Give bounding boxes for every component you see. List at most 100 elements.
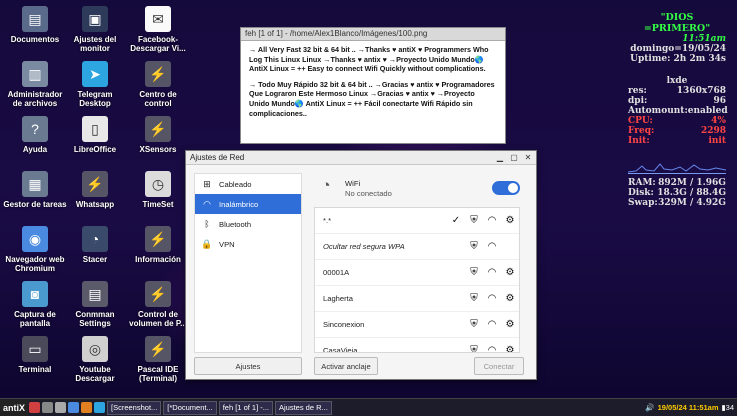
start-menu-button[interactable]: antiX (0, 399, 28, 416)
firefox-icon[interactable] (81, 402, 92, 413)
desktop-icon[interactable]: ▣ Ajustes del monitor (63, 6, 127, 53)
information-icon: ⚡ (145, 226, 171, 252)
window-title: Ajustes de Red (190, 153, 245, 162)
network-list-item[interactable]: 00001A ⛨ ◠ ⚙ (315, 260, 519, 286)
desktop-icon-label: Facebook-Descargar Vi... (130, 35, 186, 53)
network-list: *.* ✓ ⛨ ◠ ⚙ Ocultar red segura WPA ⛨ ◠ 00001A ⛨ ◠ ⚙… (314, 207, 520, 353)
conky-mem-row: Disk: 18.3G / 88.4G (628, 188, 726, 198)
gear-icon[interactable]: ⚙ (501, 215, 519, 226)
tether-button[interactable]: Activar anclaje (314, 357, 378, 375)
desktop-icon[interactable]: ▤ Conmman Settings (63, 281, 127, 328)
image-viewer-window[interactable]: feh [1 of 1] - /home/Alex1Blanco/Imágene… (240, 27, 506, 144)
control-center-icon: ⚡ (145, 61, 171, 87)
quicklaunch-icon[interactable] (42, 402, 53, 413)
desktop-icon[interactable]: ▯ LibreOffice (63, 116, 127, 154)
network-list-item[interactable]: CasaVieja ⛨ ◠ ⚙ (315, 338, 519, 352)
conky-key: dpi: (628, 96, 648, 106)
taskbar-task[interactable]: [Screenshot... (107, 400, 162, 415)
desktop-icon[interactable]: ⚡ Pascal IDE (Terminal) (126, 336, 190, 383)
taskbar-task[interactable]: [*Document... (163, 400, 217, 415)
wifi-signal-icon: ◠ (487, 267, 497, 278)
taskbar-task[interactable]: feh [1 of 1] -... (218, 400, 273, 415)
desktop-icon[interactable]: ◎ Youtube Descargar (63, 336, 127, 383)
sidebar-item-label: Cableado (219, 179, 252, 189)
network-window-titlebar[interactable]: Ajustes de Red ▁ ▢ ✕ (186, 151, 536, 165)
conky-value: 2298 (700, 126, 726, 136)
desktop-icon[interactable]: ⚡ Centro de control (126, 61, 190, 108)
quicklaunch-icon[interactable] (94, 402, 105, 413)
desktop-icon[interactable]: ⚡ Control de volumen de P... (126, 281, 190, 328)
clock-icon: ◷ (145, 171, 171, 197)
desktop-icon[interactable]: ▦ Gestor de tareas (3, 171, 67, 209)
quicklaunch-icon[interactable] (29, 402, 40, 413)
desktop-icon[interactable]: ▥ Administrador de archivos (3, 61, 67, 108)
checkmark-icon: ✓ (451, 215, 461, 226)
conky-mem-row: RAM: 892M / 1.96G (628, 178, 726, 188)
conky-key: Automount: (628, 106, 688, 116)
conky-value: 4% (711, 116, 726, 126)
network-name: 00001A (323, 268, 350, 277)
wifi-header: ◔ WiFi No conectado (310, 173, 524, 203)
conky-value: enabled (687, 106, 728, 116)
desktop-icon[interactable]: ⚡ XSensors (126, 116, 190, 154)
conky-key: RAM: (628, 178, 656, 188)
conky-wm: lxde (666, 76, 688, 86)
desktop-icon[interactable]: ◷ TimeSet (126, 171, 190, 209)
desktop-icon[interactable]: ⚡ Whatsapp (63, 171, 127, 209)
conky-row: Freq: 2298 (628, 126, 726, 136)
desktop-icon-label: TimeSet (142, 200, 174, 209)
desktop-icon[interactable]: ✉ Facebook-Descargar Vi... (126, 6, 190, 53)
settings-button[interactable]: Ajustes (194, 357, 302, 375)
libreoffice-icon: ▯ (82, 116, 108, 142)
desktop-icon-label: XSensors (139, 145, 177, 154)
security-shield-icon: ⛨ (470, 215, 478, 226)
wifi-toggle[interactable] (492, 181, 520, 195)
desktop-icon[interactable]: ◙ Captura de pantalla (3, 281, 67, 328)
close-icon[interactable]: ✕ (522, 152, 534, 163)
desktop-icon-label: Whatsapp (75, 200, 115, 209)
sidebar-item-cableado[interactable]: ⊞ Cableado (195, 174, 301, 194)
desktop-icon[interactable]: ? Ayuda (3, 116, 67, 154)
desktop-icon-label: Ajustes del monitor (73, 35, 117, 53)
sidebar-item-bluetooth[interactable]: ᛒ Bluetooth (195, 214, 301, 234)
wifi-panel: ◔ WiFi No conectado *.* ✓ ⛨ ◠ ⚙ Ocultar red s… (310, 173, 524, 353)
conky-key: Swap: (628, 198, 658, 208)
gear-icon[interactable]: ⚙ (501, 293, 519, 304)
maximize-icon[interactable]: ▢ (508, 152, 520, 163)
desktop-icon-label: LibreOffice (73, 145, 117, 154)
wifi-status: No conectado (345, 188, 392, 198)
desktop-icon-label: Stacer (82, 255, 108, 264)
desktop-icon[interactable]: ▤ Documentos (3, 6, 67, 44)
conky-key: Freq: (628, 126, 655, 136)
conky-value: 96 (713, 96, 726, 106)
desktop-icon-label: Conmman Settings (75, 310, 115, 328)
network-name: Lagherta (323, 294, 353, 303)
connman-settings-icon: ▤ (82, 281, 108, 307)
desktop-icon[interactable]: ▭ Terminal (3, 336, 67, 374)
desktop-icon-label: Terminal (18, 365, 52, 374)
connect-button[interactable]: Conectar (474, 357, 524, 375)
quicklaunch-icon[interactable] (68, 402, 79, 413)
gear-icon[interactable]: ⚙ (501, 319, 519, 330)
desktop-icon[interactable]: ◉ Navegador web Chromium (3, 226, 67, 273)
network-list-item[interactable]: Ocultar red segura WPA ⛨ ◠ (315, 234, 519, 260)
minimize-icon[interactable]: ▁ (494, 152, 506, 163)
desktop-icon[interactable]: ◔ Stacer (63, 226, 127, 264)
volume-icon[interactable]: 🔊 (645, 403, 654, 412)
image-viewer-title: feh [1 of 1] - /home/Alex1Blanco/Imágene… (241, 28, 505, 41)
network-list-item[interactable]: Sinconexion ⛨ ◠ ⚙ (315, 312, 519, 338)
cpu-graph-svg (627, 163, 727, 173)
taskbar-task[interactable]: Ajustes de R... (275, 400, 332, 415)
conky-time: 11:51am (682, 34, 726, 44)
file-manager-icon: ▥ (22, 61, 48, 87)
conky-row: CPU: 4% (628, 116, 726, 126)
gear-icon[interactable]: ⚙ (501, 267, 519, 278)
sidebar-item-vpn[interactable]: 🔒 VPN (195, 234, 301, 254)
desktop-icon[interactable]: ➤ Telegram Desktop (63, 61, 127, 108)
quicklaunch-icon[interactable] (55, 402, 66, 413)
desktop-icon[interactable]: ⚡ Información (126, 226, 190, 264)
sidebar-item-inalámbrico[interactable]: ◠ Inalámbrico (195, 194, 301, 214)
network-list-item[interactable]: *.* ✓ ⛨ ◠ ⚙ (315, 208, 519, 234)
gear-icon[interactable]: ⚙ (501, 345, 519, 352)
network-list-item[interactable]: Lagherta ⛨ ◠ ⚙ (315, 286, 519, 312)
